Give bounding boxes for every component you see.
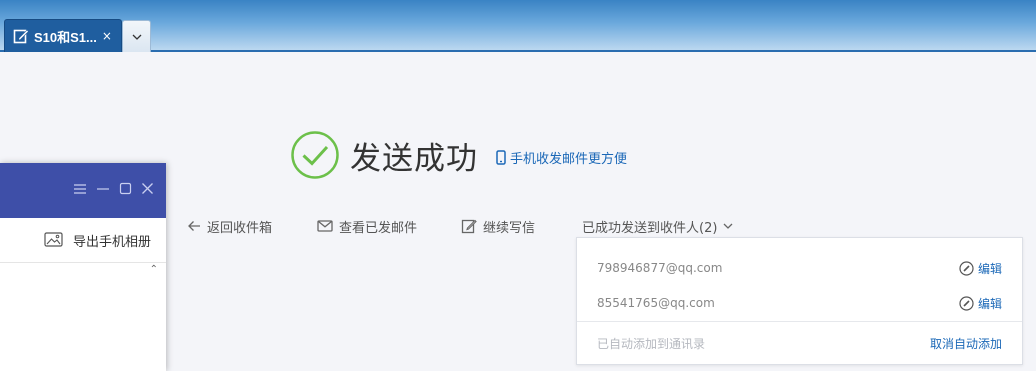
pencil-circle-icon: [959, 260, 974, 276]
mobile-phone-icon: [496, 149, 506, 165]
window-controls: [73, 182, 154, 195]
continue-write-label: 继续写信: [483, 220, 536, 236]
sent-recipients-toggle[interactable]: 已成功发送到收件人(2): [582, 217, 733, 236]
send-success-header: 发送成功 手机收发邮件更方便: [290, 130, 627, 180]
tab-more-button[interactable]: [122, 20, 151, 52]
envelope-icon: [317, 220, 333, 232]
arrow-left-icon: [188, 221, 200, 231]
chevron-down-icon: [132, 34, 141, 40]
back-to-inbox-label: 返回收件箱: [207, 220, 273, 236]
minimize-icon[interactable]: [96, 183, 110, 195]
success-title: 发送成功: [350, 140, 478, 177]
view-sent-link[interactable]: 查看已发邮件: [317, 217, 418, 236]
mobile-mail-link-label: 手机收发邮件更方便: [510, 151, 628, 167]
mobile-mail-link[interactable]: 手机收发邮件更方便: [496, 148, 627, 167]
divider: [577, 321, 1022, 322]
sent-recipients-label: 已成功发送到收件人(2): [582, 220, 718, 236]
pencil-circle-icon: [959, 295, 974, 311]
recipients-panel: 798946877@qq.com 编辑 85541765@qq.com 编辑 已…: [576, 237, 1023, 365]
export-album-button[interactable]: 导出手机相册: [0, 218, 166, 263]
collapse-icon[interactable]: ⌃: [150, 264, 158, 275]
export-album-label: 导出手机相册: [72, 234, 151, 250]
side-window-header: [0, 163, 166, 218]
side-app-window: 导出手机相册 ⌃: [0, 163, 166, 371]
recipient-edit-label: 编辑: [977, 296, 1002, 311]
recipient-row: 85541765@qq.com 编辑: [597, 293, 1002, 313]
recipient-edit-button[interactable]: 编辑: [959, 260, 1002, 277]
view-sent-label: 查看已发邮件: [339, 220, 418, 236]
image-export-icon: [44, 232, 63, 247]
tab-title: S10和S1...: [34, 29, 97, 45]
auto-added-note: 已自动添加到通讯录: [597, 336, 706, 351]
compose-icon: [461, 219, 477, 234]
recipient-email: 85541765@qq.com: [597, 296, 715, 310]
back-to-inbox-link[interactable]: 返回收件箱: [187, 217, 273, 236]
close-icon[interactable]: [141, 182, 154, 195]
recipient-email: 798946877@qq.com: [597, 261, 723, 275]
tab-close-icon[interactable]: ×: [102, 29, 112, 43]
edit-icon: [13, 29, 29, 44]
chevron-down-icon: [723, 223, 733, 229]
recipient-row: 798946877@qq.com 编辑: [597, 258, 1002, 278]
recipients-footer: 已自动添加到通讯录 取消自动添加: [597, 334, 1002, 352]
tab-strip: S10和S1... ×: [0, 0, 1036, 52]
recipient-edit-label: 编辑: [977, 261, 1002, 276]
tab-compose-result[interactable]: S10和S1... ×: [4, 19, 122, 52]
cancel-auto-add-link[interactable]: 取消自动添加: [930, 335, 1002, 352]
continue-write-link[interactable]: 继续写信: [461, 217, 536, 236]
recipient-edit-button[interactable]: 编辑: [959, 295, 1002, 312]
success-check-icon: [291, 131, 339, 179]
menu-icon[interactable]: [73, 183, 87, 195]
maximize-icon[interactable]: [119, 182, 132, 195]
